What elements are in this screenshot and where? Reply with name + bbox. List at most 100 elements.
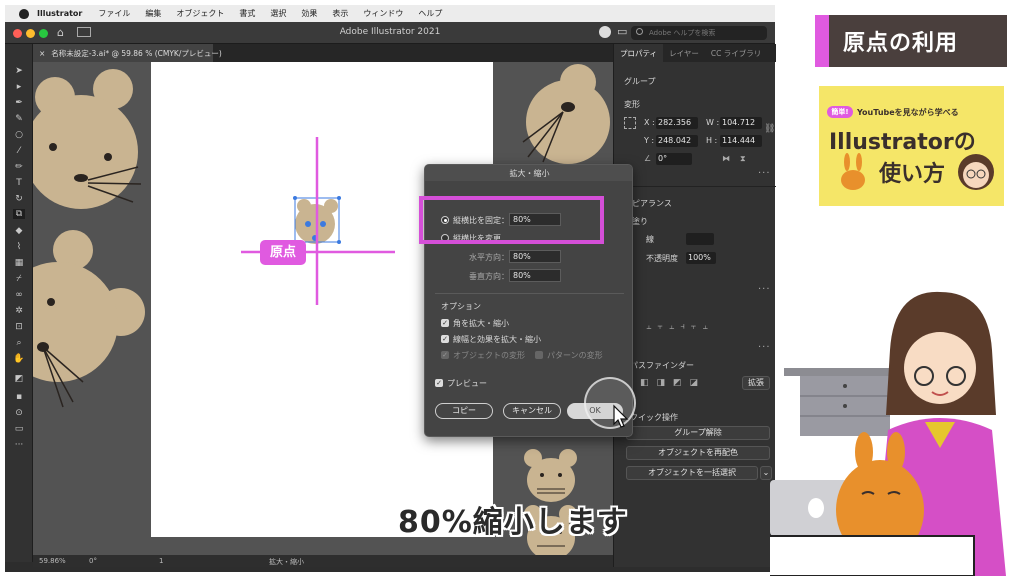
mouse-illustration-bottom-left <box>33 230 145 408</box>
scale-corners-checkbox[interactable]: ✓ <box>441 319 449 327</box>
ungroup-button[interactable]: グループ解除 <box>626 426 770 440</box>
menu-help[interactable]: ヘルプ <box>418 8 442 19</box>
eyedropper-tool-icon[interactable]: ⌿ <box>13 274 25 284</box>
direct-selection-tool-icon[interactable]: ▸ <box>13 82 25 92</box>
y-label: Y : <box>644 136 655 145</box>
fill-stroke-icon[interactable]: ◩ <box>13 374 25 384</box>
menu-app-name[interactable]: Illustrator <box>37 9 82 18</box>
menu-object[interactable]: オブジェクト <box>176 8 224 19</box>
transform-patterns-checkbox[interactable] <box>535 351 543 359</box>
document-tab[interactable]: × 名称未設定-3.ai* @ 59.86 % (CMYK/プレビュー) <box>33 44 222 62</box>
transform-objects-checkbox[interactable]: ✓ <box>441 351 449 359</box>
w-field[interactable]: 104.712 <box>720 117 762 129</box>
recolor-button[interactable]: オブジェクトを再配色 <box>626 446 770 460</box>
reference-point-icon[interactable] <box>624 117 636 129</box>
teacher-character-scene <box>770 291 1006 576</box>
logo-subtitle: YouTubeを見ながら学べる <box>857 108 959 117</box>
origin-label: 原点 <box>260 240 306 265</box>
menu-window[interactable]: ウィンドウ <box>363 8 403 19</box>
more-tools-icon[interactable]: ··· <box>13 440 25 450</box>
tab-layers[interactable]: レイヤー <box>663 44 705 62</box>
angle-icon: ∠ <box>644 154 652 163</box>
h-field[interactable]: 114.444 <box>720 135 762 147</box>
link-proportions-icon[interactable]: ⛓ <box>764 124 775 134</box>
menu-effect[interactable]: 効果 <box>301 8 317 19</box>
more-appearance-icon[interactable]: ··· <box>758 284 771 295</box>
panel-tabs: プロパティ レイヤー CC ライブラリ <box>614 44 776 62</box>
mouse-illustration-top-right <box>522 64 610 164</box>
rotation-value[interactable]: 0° <box>89 557 97 565</box>
desk-top <box>784 368 894 376</box>
x-field[interactable]: 282.356 <box>656 117 698 129</box>
flip-horizontal-icon[interactable]: ⧓ <box>722 154 730 163</box>
menu-view[interactable]: 表示 <box>332 8 348 19</box>
artboard-number[interactable]: 1 <box>159 557 163 565</box>
tab-cc-libraries[interactable]: CC ライブラリ <box>705 44 767 62</box>
type-tool-icon[interactable]: T <box>13 178 25 188</box>
zoom-level[interactable]: 59.86% <box>39 557 66 565</box>
hand-tool-icon[interactable]: ✋ <box>13 354 25 364</box>
selection-tool-icon[interactable]: ➤ <box>13 66 25 76</box>
more-transform-icon[interactable]: ··· <box>758 168 771 179</box>
options-label: オプション <box>441 302 481 311</box>
share-icon[interactable] <box>599 26 611 38</box>
scale-tool-icon[interactable]: ⧉ <box>13 209 25 219</box>
apple-icon[interactable] <box>19 8 29 19</box>
search-icon <box>636 28 643 35</box>
more-align-icon[interactable]: ··· <box>758 342 771 353</box>
scale-strokes-checkbox[interactable]: ✓ <box>441 335 449 343</box>
angle-field[interactable]: 0° <box>656 153 692 165</box>
rabbit-mascot-icon <box>841 153 865 190</box>
stroke-label: 線 <box>646 235 654 244</box>
mouse-illustration-top-left <box>33 69 142 209</box>
rotate-tool-icon[interactable]: ↻ <box>13 194 25 204</box>
preview-checkbox[interactable]: ✓ <box>435 379 443 387</box>
document-tab-bar: × 名称未設定-3.ai* @ 59.86 % (CMYK/プレビュー) <box>33 44 613 62</box>
y-field[interactable]: 248.042 <box>656 135 698 147</box>
curvature-tool-icon[interactable]: ✎ <box>13 114 25 124</box>
document-tab-label: 名称未設定-3.ai* @ 59.86 % (CMYK/プレビュー) <box>51 49 222 58</box>
color-mode-icon[interactable]: ▪ <box>13 392 25 402</box>
ellipse-tool-icon[interactable]: ○ <box>13 130 25 140</box>
zoom-tool-icon[interactable]: ⌕ <box>13 338 25 348</box>
blend-tool-icon[interactable]: ∞ <box>13 290 25 300</box>
w-label: W : <box>706 118 720 127</box>
stroke-weight-field[interactable] <box>686 233 714 245</box>
cancel-button[interactable]: キャンセル <box>503 403 561 419</box>
h-label: H : <box>706 136 718 145</box>
menu-select[interactable]: 選択 <box>270 8 286 19</box>
select-same-button[interactable]: オブジェクトを一括選択 <box>626 466 758 480</box>
pencil-tool-icon[interactable]: ✏ <box>13 162 25 172</box>
pen-tool-icon[interactable]: ✒ <box>13 98 25 108</box>
group-label: グループ <box>624 77 656 86</box>
drawing-mode-icon[interactable]: ⊙ <box>13 408 25 418</box>
pathfinder-icons[interactable]: ◧◨◩◪ <box>640 378 706 388</box>
menu-edit[interactable]: 編集 <box>145 8 161 19</box>
warp-tool-icon[interactable]: ⌇ <box>13 242 25 252</box>
vertical-scale-field[interactable]: 80% <box>509 269 561 282</box>
screen-mode-icon[interactable]: ▭ <box>13 424 25 434</box>
topic-card: 原点の利用 <box>815 15 1007 67</box>
close-tab-icon[interactable]: × <box>39 49 45 58</box>
dialog-title: 拡大・縮小 <box>425 165 632 181</box>
expand-button[interactable]: 拡張 <box>742 376 770 390</box>
menu-file[interactable]: ファイル <box>98 8 130 19</box>
panels-icon[interactable]: ▭ <box>617 25 627 38</box>
help-search-input[interactable]: Adobe ヘルプを検索 <box>631 26 767 40</box>
transform-objects-label: オブジェクトの変形 <box>453 351 525 360</box>
copy-button[interactable]: コピー <box>435 403 493 419</box>
scale-strokes-label: 線幅と効果を拡大・縮小 <box>453 335 541 344</box>
symbol-sprayer-tool-icon[interactable]: ✲ <box>13 306 25 316</box>
gradient-tool-icon[interactable]: ▦ <box>13 258 25 268</box>
artboard-tool-icon[interactable]: ⊡ <box>13 322 25 332</box>
flip-vertical-icon[interactable]: ⧗ <box>740 154 746 164</box>
opacity-field[interactable]: 100% <box>686 252 716 264</box>
horizontal-scale-field[interactable]: 80% <box>509 250 561 263</box>
divider <box>614 186 776 187</box>
eraser-tool-icon[interactable]: ◆ <box>13 226 25 236</box>
paintbrush-tool-icon[interactable]: ⁄ <box>13 146 25 156</box>
tab-properties[interactable]: プロパティ <box>614 44 664 62</box>
teacher-avatar-icon <box>958 154 994 190</box>
align-icons[interactable]: ⫠⫟⫠⫞⫟⫠ <box>646 322 714 332</box>
menu-type[interactable]: 書式 <box>239 8 255 19</box>
